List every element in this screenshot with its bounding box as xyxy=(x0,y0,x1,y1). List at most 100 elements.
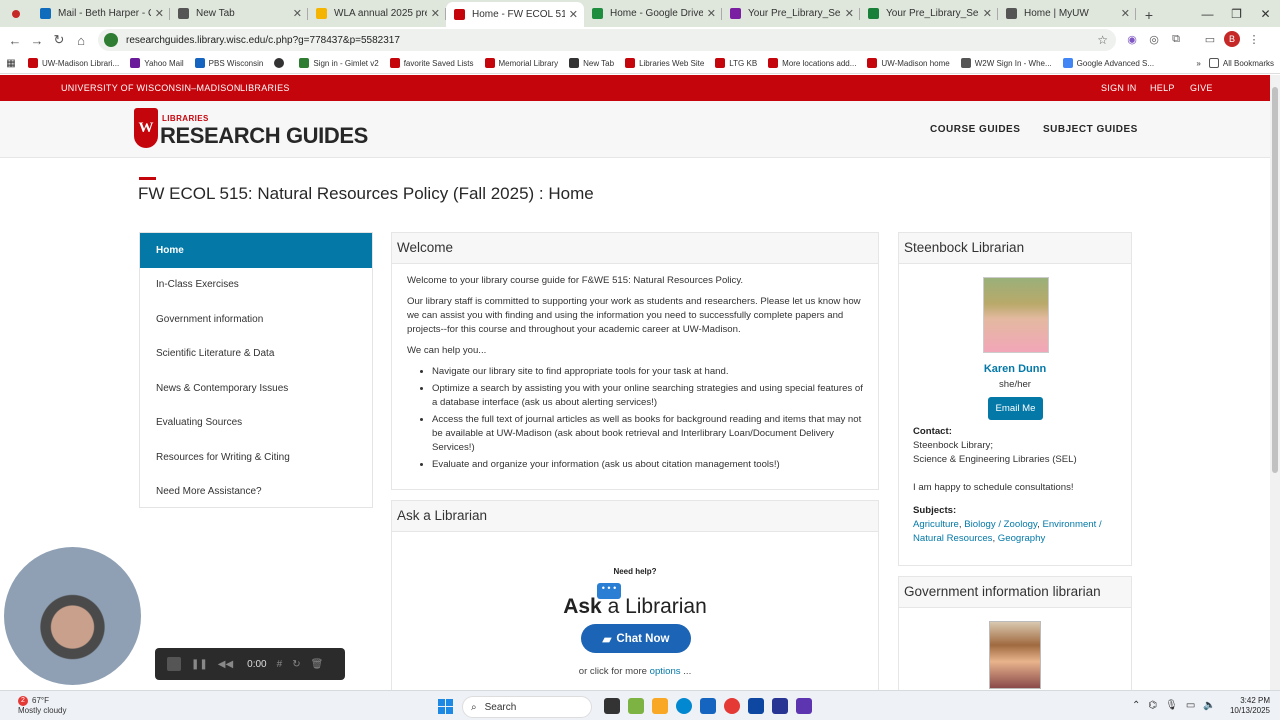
edge-icon[interactable] xyxy=(676,698,692,714)
trash-icon[interactable]: 🗑 xyxy=(311,659,324,670)
back-icon[interactable]: ← xyxy=(4,33,26,48)
stop-recording-icon[interactable] xyxy=(167,657,181,671)
taskbar-clock[interactable]: 3:42 PM 10/13/2025 xyxy=(1226,696,1270,716)
task-view-icon[interactable] xyxy=(604,698,620,714)
display-icon[interactable]: ▭ xyxy=(1186,700,1195,711)
email-me-button[interactable]: Email Me xyxy=(988,397,1043,420)
close-tab-icon[interactable]: ✕ xyxy=(293,7,302,20)
librarian-name-link[interactable]: Karen Dunn xyxy=(899,363,1131,375)
bookmark-item[interactable]: favorite Saved Lists xyxy=(389,58,474,68)
bookmark-item[interactable]: LTG KB xyxy=(715,58,757,68)
sidenav-item[interactable]: Resources for Writing & Citing xyxy=(140,440,372,475)
app-icon[interactable] xyxy=(628,698,644,714)
subject-link[interactable]: Agriculture xyxy=(913,519,959,530)
file-explorer-icon[interactable] xyxy=(652,698,668,714)
browser-tab[interactable]: Home - FW ECOL 515: N✕ xyxy=(446,2,584,27)
close-tab-icon[interactable]: ✕ xyxy=(155,7,164,20)
options-link[interactable]: options xyxy=(650,666,681,677)
bookmark-star-icon[interactable]: ☆ xyxy=(1097,33,1108,47)
sidenav-item[interactable]: Home xyxy=(140,233,372,268)
page-scrollbar[interactable] xyxy=(1270,75,1280,690)
uw-crest-logo[interactable]: W xyxy=(134,108,158,148)
close-tab-icon[interactable]: ✕ xyxy=(983,7,992,20)
browser-tab[interactable]: Home - Google Drive ✕ xyxy=(584,2,722,25)
close-window-icon[interactable]: ✕ xyxy=(1251,0,1280,27)
extension-icon[interactable]: ◎ xyxy=(1146,31,1162,47)
site-info-icon[interactable] xyxy=(104,33,118,47)
give-link[interactable]: GIVE xyxy=(1190,83,1213,93)
grid-icon[interactable]: # xyxy=(277,659,283,670)
sidenav-item[interactable]: Government information xyxy=(140,302,372,337)
sidenav-item[interactable]: In-Class Exercises xyxy=(140,268,372,303)
sidenav-item[interactable]: Need More Assistance? xyxy=(140,475,372,510)
teams-icon[interactable] xyxy=(796,698,812,714)
subject-guides-link[interactable]: SUBJECT GUIDES xyxy=(1043,124,1138,135)
all-bookmarks-folder[interactable]: All Bookmarks xyxy=(1208,58,1274,68)
bookmarks-overflow-icon[interactable]: » xyxy=(1196,59,1200,68)
browser-tab[interactable]: Home | MyUW ✕ xyxy=(998,2,1136,25)
bookmark-item[interactable] xyxy=(274,58,288,68)
reload-icon[interactable]: ↻ xyxy=(48,32,70,48)
chat-now-button[interactable]: ▰ Chat Now xyxy=(581,624,691,653)
maximize-icon[interactable]: ❐ xyxy=(1222,0,1251,27)
sign-in-link[interactable]: SIGN IN xyxy=(1101,83,1137,93)
sidenav-item[interactable]: News & Contemporary Issues xyxy=(140,371,372,406)
menu-kebab-icon[interactable]: ⋮ xyxy=(1246,31,1262,47)
close-tab-icon[interactable]: ✕ xyxy=(569,8,578,21)
tray-chevron-icon[interactable]: ⌃ xyxy=(1132,700,1140,711)
forward-icon[interactable]: → xyxy=(26,33,48,48)
taskbar-search[interactable]: ⌕ Search xyxy=(462,696,592,718)
volume-icon[interactable]: 🔈 xyxy=(1203,700,1215,711)
scrollbar-thumb[interactable] xyxy=(1272,87,1278,473)
pause-icon[interactable]: ❚❚ xyxy=(191,659,208,670)
subject-link[interactable]: Geography xyxy=(998,533,1045,544)
rewind-icon[interactable]: ◀◀ xyxy=(218,659,233,670)
new-tab-button[interactable]: + xyxy=(1136,2,1162,27)
browser-tab[interactable]: New Tab ✕ xyxy=(170,2,308,25)
outlook-icon[interactable] xyxy=(748,698,764,714)
browser-tab[interactable]: WLA annual 2025 presentati✕ xyxy=(308,2,446,25)
bookmark-item[interactable]: Libraries Web Site xyxy=(625,58,704,68)
bookmark-item[interactable]: UW-Madison home xyxy=(867,58,950,68)
close-tab-icon[interactable]: ✕ xyxy=(1121,7,1130,20)
close-tab-icon[interactable]: ✕ xyxy=(845,7,854,20)
network-icon[interactable]: ⌬ xyxy=(1148,700,1157,711)
profile-avatar[interactable]: B xyxy=(1224,31,1240,47)
sidenav-item[interactable]: Evaluating Sources xyxy=(140,406,372,441)
subject-link[interactable]: Biology / Zoology xyxy=(964,519,1037,530)
bookmark-item[interactable]: More locations add... xyxy=(768,58,856,68)
extensions-puzzle-icon[interactable]: ⧉ xyxy=(1168,31,1184,47)
bookmark-item[interactable]: New Tab xyxy=(569,58,614,68)
logo-research-guides[interactable]: RESEARCH GUIDES xyxy=(160,123,368,149)
split-view-icon[interactable]: ▭ xyxy=(1202,31,1218,47)
bookmark-item[interactable]: Sign in - Gimlet v2 xyxy=(299,58,379,68)
libraries-link[interactable]: LIBRARIES xyxy=(240,83,290,93)
browser-tab[interactable]: Your Pre_Library_Session_Su✕ xyxy=(722,2,860,25)
help-link[interactable]: HELP xyxy=(1150,83,1175,93)
university-link[interactable]: UNIVERSITY OF WISCONSIN–MADISON xyxy=(61,83,241,93)
bookmark-item[interactable]: Memorial Library xyxy=(484,58,558,68)
start-button[interactable] xyxy=(438,699,453,714)
app-icon[interactable] xyxy=(772,698,788,714)
restart-icon[interactable]: ↻ xyxy=(292,659,300,670)
chrome-icon[interactable] xyxy=(724,698,740,714)
sidenav-item[interactable]: Scientific Literature & Data xyxy=(140,337,372,372)
bookmark-item[interactable]: W2W Sign In - Whe... xyxy=(960,58,1052,68)
course-guides-link[interactable]: COURSE GUIDES xyxy=(930,124,1020,135)
browser-tab[interactable]: Mail - Beth Harper - Outlook✕ xyxy=(32,2,170,25)
bookmark-item[interactable]: UW-Madison Librari... xyxy=(28,58,119,68)
weather-widget[interactable]: 2 67°F Mostly cloudy xyxy=(18,696,66,716)
store-icon[interactable] xyxy=(700,698,716,714)
minimize-icon[interactable]: — xyxy=(1193,0,1222,27)
mic-icon[interactable]: 🎙 xyxy=(1165,700,1178,711)
browser-tab[interactable]: Your Pre_Library_Session_Su✕ xyxy=(860,2,998,25)
close-tab-icon[interactable]: ✕ xyxy=(707,7,716,20)
home-icon[interactable]: ⌂ xyxy=(70,33,92,48)
url-field[interactable]: researchguides.library.wisc.edu/c.php?g=… xyxy=(98,29,1116,51)
bookmark-item[interactable]: Google Advanced S... xyxy=(1062,58,1154,68)
bookmark-item[interactable]: Yahoo Mail xyxy=(130,58,184,68)
bookmark-item[interactable]: PBS Wisconsin xyxy=(194,58,263,68)
apps-grid-icon[interactable]: ▦ xyxy=(0,58,22,69)
close-tab-icon[interactable]: ✕ xyxy=(431,7,440,20)
extension-icon[interactable]: ◉ xyxy=(1124,31,1140,47)
